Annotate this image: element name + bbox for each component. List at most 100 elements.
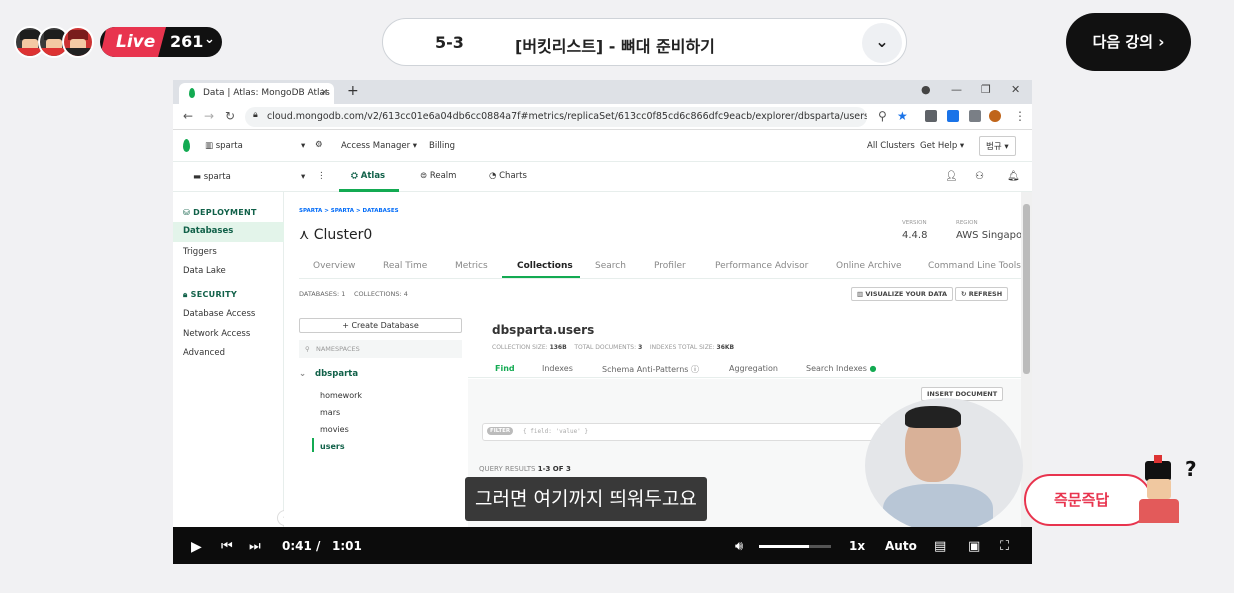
- tab-overview[interactable]: Overview: [313, 261, 355, 271]
- create-database-button[interactable]: + Create Database: [299, 318, 462, 333]
- avatar[interactable]: [989, 110, 1001, 122]
- live-viewers-badge[interactable]: Live 261 ⌄: [100, 27, 222, 57]
- cluster-title: ⋏ Cluster0: [299, 227, 373, 243]
- divider: [299, 278, 1021, 279]
- sidebar-item-database-access[interactable]: Database Access: [183, 309, 283, 319]
- close-icon[interactable]: ✕: [320, 88, 328, 98]
- tab-find[interactable]: Find: [495, 364, 515, 373]
- next-icon[interactable]: ⏭︎: [249, 539, 261, 554]
- lecture-number: 5-3: [435, 33, 464, 52]
- volume-slider[interactable]: [759, 545, 831, 548]
- project-selector[interactable]: ▬ sparta: [193, 172, 231, 182]
- mongodb-leaf-icon: [183, 139, 190, 152]
- get-help-menu[interactable]: Get Help ▾: [920, 141, 964, 151]
- extension-icon[interactable]: [947, 110, 959, 122]
- lecture-selector[interactable]: 5-3 [버킷리스트] - 뼈대 준비하기 ⌄: [382, 18, 907, 66]
- sidebar-item-network-access[interactable]: Network Access: [183, 329, 283, 339]
- tab-schema-anti-patterns[interactable]: Schema Anti-Patterns ⓘ: [602, 364, 699, 375]
- collection-item-mars[interactable]: mars: [320, 408, 340, 417]
- kebab-menu-icon[interactable]: ⋮: [1014, 109, 1026, 123]
- page-scrollbar[interactable]: [1021, 192, 1032, 527]
- puzzle-icon[interactable]: [969, 110, 981, 122]
- billing-link[interactable]: Billing: [429, 141, 455, 151]
- sidebar-item-triggers[interactable]: Triggers: [183, 247, 283, 257]
- chevron-down-icon[interactable]: ⌄: [862, 23, 902, 63]
- add-user-icon[interactable]: 👤︎: [945, 171, 958, 182]
- namespaces-search[interactable]: ⚲ NAMESPACES: [299, 340, 462, 358]
- database-node[interactable]: ⌄ dbsparta: [299, 369, 358, 379]
- atlas-sidebar: ⛁ DEPLOYMENT Databases Triggers Data Lak…: [173, 192, 293, 527]
- kebab-menu-icon[interactable]: ⋮: [317, 171, 326, 181]
- bookmark-star-icon[interactable]: ★: [897, 109, 908, 123]
- tab-performance-advisor[interactable]: Performance Advisor: [715, 261, 808, 271]
- video-player[interactable]: Data | Atlas: MongoDB Atlas ✕ + ● — ❐ ✕ …: [173, 80, 1032, 564]
- back-icon[interactable]: ←: [183, 109, 193, 123]
- captions-icon[interactable]: ▤: [934, 539, 946, 554]
- collection-stats: COLLECTION SIZE: 136B TOTAL DOCUMENTS: 3…: [492, 344, 735, 351]
- chevron-down-icon: ⌄: [204, 32, 215, 47]
- visualize-data-button[interactable]: ▥ VISUALIZE YOUR DATA: [851, 287, 954, 301]
- chevron-down-icon[interactable]: ▾: [301, 172, 305, 182]
- sidebar-item-databases[interactable]: Databases: [173, 222, 284, 242]
- forward-icon[interactable]: →: [204, 109, 214, 123]
- duration: 1:01: [332, 539, 362, 553]
- nav-atlas[interactable]: ⛭ Atlas: [351, 171, 385, 181]
- restore-icon[interactable]: ❐: [981, 83, 991, 96]
- volume-icon[interactable]: 🔊︎: [735, 539, 743, 554]
- time-separator: /: [316, 539, 321, 553]
- close-icon[interactable]: ✕: [1011, 83, 1020, 96]
- tab-collections[interactable]: Collections: [517, 261, 573, 271]
- collection-item-movies[interactable]: movies: [320, 425, 349, 434]
- user-menu[interactable]: 범규 ▾: [979, 136, 1016, 156]
- tab-command-line-tools[interactable]: Command Line Tools: [928, 261, 1021, 271]
- fullscreen-icon[interactable]: ⛶: [1000, 539, 1009, 554]
- security-heading: 🔒︎ SECURITY: [183, 290, 238, 299]
- all-clusters-link[interactable]: All Clusters: [867, 141, 915, 151]
- play-icon[interactable]: ▶: [191, 539, 202, 555]
- extension-icon[interactable]: [925, 110, 937, 122]
- instructor-webcam: [865, 398, 1023, 533]
- search-icon[interactable]: ⚲: [878, 109, 887, 123]
- gear-icon[interactable]: ⚙: [315, 140, 323, 150]
- chevron-down-icon[interactable]: ▾: [301, 141, 305, 151]
- mongodb-leaf-icon: [189, 88, 195, 98]
- sidebar-item-advanced[interactable]: Advanced: [183, 348, 283, 358]
- tab-search[interactable]: Search: [595, 261, 626, 271]
- top-bar: Live 261 ⌄ 5-3 [버킷리스트] - 뼈대 준비하기 ⌄ 다음 강의…: [0, 0, 1234, 80]
- nav-charts[interactable]: ◔ Charts: [489, 171, 527, 181]
- tab-profiler[interactable]: Profiler: [654, 261, 686, 271]
- refresh-button[interactable]: ↻ REFRESH: [955, 287, 1009, 301]
- tab-online-archive[interactable]: Online Archive: [836, 261, 902, 271]
- sidebar-item-data-lake[interactable]: Data Lake: [183, 266, 283, 276]
- picture-in-picture-icon[interactable]: ▣: [968, 539, 980, 554]
- activity-icon[interactable]: ⚇: [975, 171, 984, 182]
- current-time: 0:41: [282, 539, 312, 553]
- tab-indexes[interactable]: Indexes: [542, 364, 573, 373]
- browser-tab-strip: Data | Atlas: MongoDB Atlas ✕ + ● — ❐ ✕: [173, 80, 1032, 104]
- mascot-image[interactable]: ?: [1133, 455, 1213, 525]
- query-results: QUERY RESULTS 1-3 OF 3: [479, 465, 571, 473]
- tab-aggregation[interactable]: Aggregation: [729, 364, 778, 373]
- tab-real-time[interactable]: Real Time: [383, 261, 427, 271]
- org-selector[interactable]: ▥ sparta: [205, 141, 243, 151]
- new-tab-icon[interactable]: +: [347, 83, 359, 99]
- tab-title: Data | Atlas: MongoDB Atlas: [203, 88, 330, 98]
- nav-realm[interactable]: ⊜ Realm: [420, 171, 456, 181]
- next-lecture-button[interactable]: 다음 강의 ›: [1066, 13, 1191, 71]
- url-input[interactable]: 🔒︎ cloud.mongodb.com/v2/613cc01e6a04db6c…: [245, 107, 867, 127]
- tab-search-indexes[interactable]: Search Indexes ●: [806, 364, 876, 373]
- reload-icon[interactable]: ↻: [225, 109, 235, 123]
- access-manager-menu[interactable]: Access Manager ▾: [341, 141, 417, 151]
- speed-button[interactable]: 1x: [849, 539, 865, 553]
- profile-icon[interactable]: ●: [921, 83, 931, 96]
- collection-item-homework[interactable]: homework: [320, 391, 362, 400]
- quality-button[interactable]: Auto: [885, 539, 917, 553]
- browser-tab[interactable]: Data | Atlas: MongoDB Atlas ✕: [179, 83, 334, 104]
- tab-metrics[interactable]: Metrics: [455, 261, 488, 271]
- previous-icon[interactable]: ⏮︎: [221, 539, 233, 554]
- collection-item-users[interactable]: users: [320, 442, 345, 451]
- breadcrumb[interactable]: SPARTA > SPARTA > DATABASES: [299, 208, 399, 214]
- minimize-icon[interactable]: —: [951, 83, 962, 96]
- filter-input[interactable]: FILTER { field: 'value' }: [482, 423, 882, 441]
- bell-icon[interactable]: 🔔︎: [1007, 171, 1020, 182]
